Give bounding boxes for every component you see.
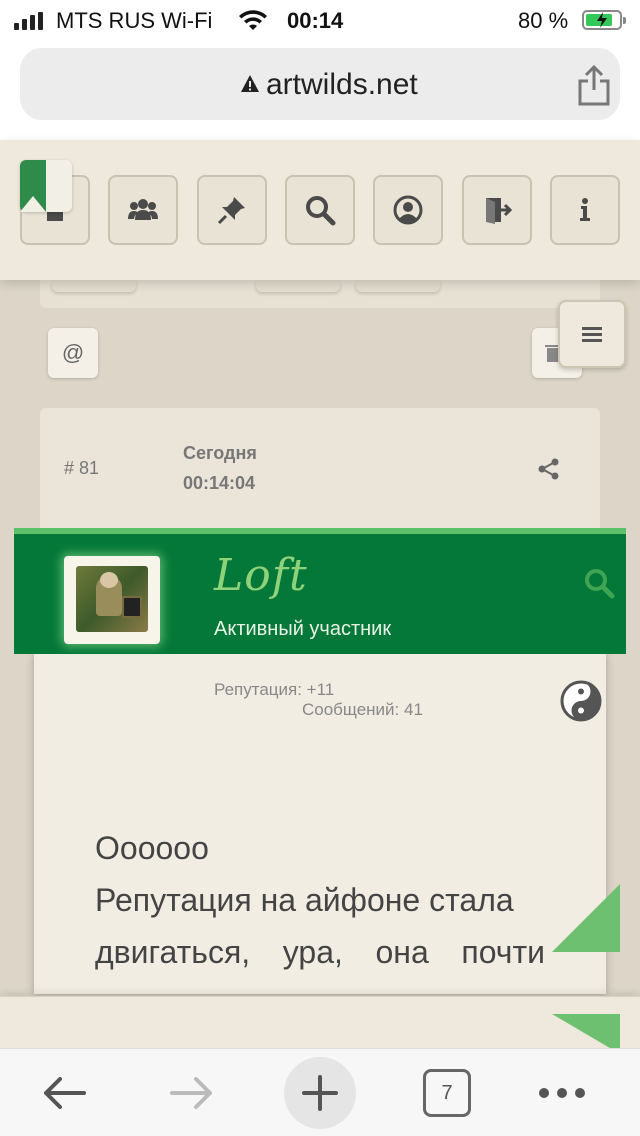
- author-role: Активный участник: [214, 618, 392, 640]
- browser-toolbar: 7: [0, 1048, 640, 1136]
- word: она: [375, 934, 429, 970]
- yin-yang-icon[interactable]: [560, 680, 602, 722]
- user-circle-icon: [393, 195, 423, 225]
- pin-icon: [217, 197, 245, 225]
- post-text-line: Репутация на айфоне стала: [95, 882, 514, 918]
- post-header: # 81 Сегодня 00:14:04: [40, 408, 600, 532]
- mention-button[interactable]: @: [48, 328, 98, 378]
- post-body: Репутация: +11 Сообщений: 41 Оооооо Репу…: [34, 654, 606, 1022]
- hamburger-icon: [582, 327, 602, 342]
- ghost-button: [256, 280, 340, 292]
- nav-pin-button[interactable]: [197, 175, 267, 245]
- site-nav: [0, 175, 640, 245]
- nav-profile-button[interactable]: [373, 175, 443, 245]
- site-footer-bar: [0, 996, 640, 1048]
- ghost-button: [52, 280, 136, 292]
- post-date: Сегодня: [183, 443, 257, 463]
- address-bar[interactable]: artwilds.net: [20, 48, 620, 120]
- author-reputation: Репутация: +11: [214, 680, 335, 699]
- battery-icon: [582, 10, 626, 30]
- users-icon: [128, 199, 158, 220]
- author-messages: Сообщений: 41: [302, 700, 423, 719]
- forward-icon: [170, 1077, 212, 1109]
- ghost-button: [356, 280, 440, 292]
- menu-button[interactable]: [558, 300, 626, 368]
- nav-logout-button[interactable]: [462, 175, 532, 245]
- new-tab-button[interactable]: [284, 1057, 356, 1129]
- signal-icon: [14, 12, 44, 30]
- word: почти: [461, 934, 545, 970]
- warning-icon: [241, 75, 259, 92]
- new-tab-icon: [302, 1075, 338, 1111]
- battery-percent: 80 %: [518, 8, 569, 33]
- nav-users-button[interactable]: [108, 175, 178, 245]
- search-icon[interactable]: [582, 566, 616, 600]
- back-button[interactable]: [36, 1063, 92, 1123]
- author-name[interactable]: Loft: [214, 550, 308, 601]
- clock: 00:14: [287, 8, 344, 33]
- back-icon: [44, 1077, 86, 1109]
- more-button[interactable]: [534, 1063, 590, 1123]
- author-bar: Loft Активный участник: [14, 528, 626, 654]
- post-time: 00:14:04: [183, 473, 256, 493]
- info-icon: [580, 198, 590, 221]
- search-icon: [306, 196, 336, 226]
- exit-icon: [486, 198, 513, 224]
- wifi-icon: [239, 10, 267, 30]
- share-icon[interactable]: [538, 458, 560, 480]
- share-icon[interactable]: [574, 64, 614, 106]
- tabs-button[interactable]: 7: [423, 1069, 471, 1117]
- forward-button[interactable]: [164, 1063, 220, 1123]
- nav-search-button[interactable]: [285, 175, 355, 245]
- nav-info-button[interactable]: [550, 175, 620, 245]
- scroll-up-corner[interactable]: [552, 884, 620, 952]
- status-bar: MTS RUS Wi-Fi 00:14 80 %: [0, 0, 640, 40]
- url-text: artwilds.net: [266, 68, 418, 101]
- post-number[interactable]: # 81: [64, 458, 99, 479]
- bookmark-icon[interactable]: [20, 160, 72, 212]
- browser-address-area: artwilds.net: [0, 40, 640, 140]
- post-text-line: Оооооо: [95, 830, 209, 866]
- avatar[interactable]: [64, 556, 160, 644]
- carrier-label: MTS RUS Wi-Fi: [56, 8, 213, 33]
- post-text-line: двигаться, ура, она почти: [95, 926, 545, 978]
- more-icon: [539, 1088, 585, 1098]
- word: ура,: [282, 934, 343, 970]
- word: двигаться,: [95, 934, 251, 970]
